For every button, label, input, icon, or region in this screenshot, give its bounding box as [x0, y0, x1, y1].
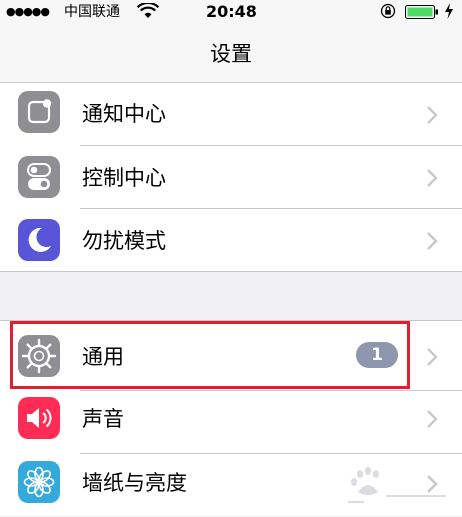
flower-icon: [18, 461, 60, 503]
carrier-name: 中国联通: [64, 4, 120, 20]
baidu-watermark-logo: [348, 467, 446, 503]
chevron-right-icon: [427, 106, 438, 124]
settings-item-label: 声音: [82, 407, 124, 431]
wifi-icon: [137, 3, 159, 18]
control-center-icon: [18, 156, 60, 198]
settings-item-notification-center[interactable]: 通知中心: [0, 83, 462, 146]
settings-item-label: 通知中心: [82, 102, 166, 126]
charging-bolt-icon: [445, 3, 453, 19]
chevron-right-icon: [427, 169, 438, 187]
notification-center-icon: [18, 91, 60, 133]
settings-item-control-center[interactable]: 控制中心: [0, 146, 462, 209]
settings-group-1: 通知中心 控制中心 勿扰模式: [0, 82, 462, 272]
status-bar: ●●●●● 中国联通 20:48: [0, 0, 462, 24]
moon-icon: [18, 219, 60, 261]
signal-strength: ●●●●●: [6, 5, 50, 18]
settings-item-do-not-disturb[interactable]: 勿扰模式: [0, 209, 462, 272]
speaker-icon: [18, 397, 60, 439]
navigation-bar: 设置: [0, 24, 462, 87]
chevron-right-icon: [427, 410, 438, 428]
battery-icon: [405, 5, 438, 19]
highlight-annotation-box: [10, 321, 410, 389]
settings-item-label: 墙纸与亮度: [82, 471, 187, 495]
page-title: 设置: [210, 42, 252, 66]
settings-item-label: 勿扰模式: [82, 229, 166, 253]
clock: 20:48: [206, 2, 257, 21]
settings-item-label: 控制中心: [82, 166, 166, 190]
orientation-lock-icon: [380, 3, 396, 19]
settings-item-sounds[interactable]: 声音: [0, 391, 462, 454]
chevron-right-icon: [427, 348, 438, 366]
chevron-right-icon: [427, 232, 438, 250]
